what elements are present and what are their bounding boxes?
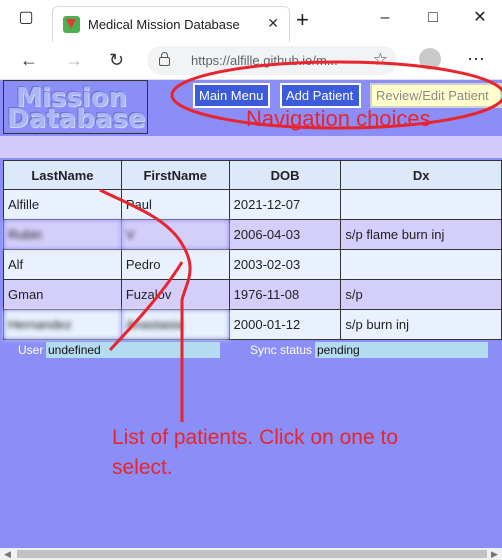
pointer-line-main <box>99 188 192 422</box>
horizontal-scrollbar[interactable]: ◀ ▶ <box>0 548 502 560</box>
pointer-line-branch <box>108 261 184 352</box>
navigation-annotation-text: Navigation choices <box>246 106 431 131</box>
scroll-right-icon[interactable]: ▶ <box>491 548 498 560</box>
scrollbar-thumb[interactable] <box>17 550 487 558</box>
patient-list-annotation-text: List of patients. Click on one to select… <box>112 426 398 479</box>
scroll-left-icon[interactable]: ◀ <box>4 548 11 560</box>
